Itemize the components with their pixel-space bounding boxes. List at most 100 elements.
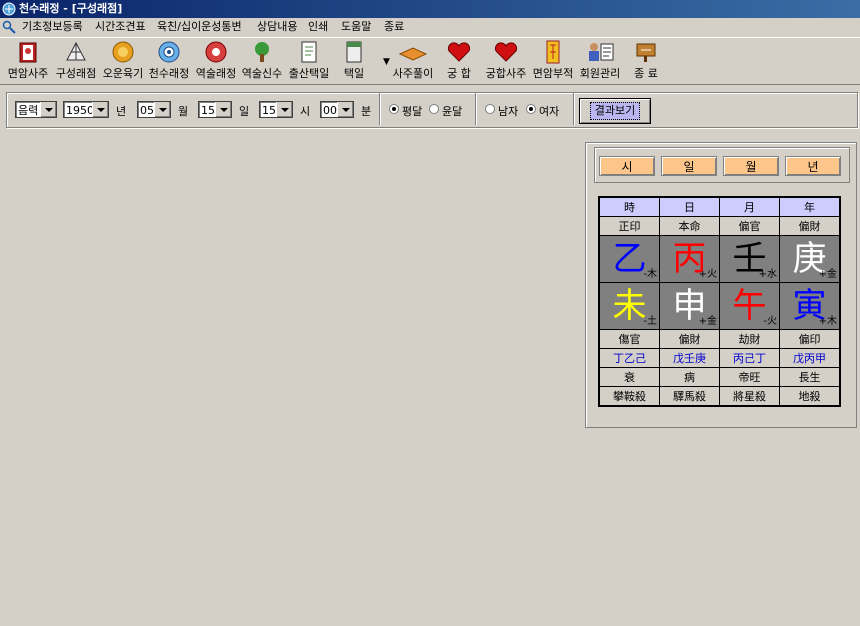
year-pillar-button[interactable]: 년 <box>785 156 841 176</box>
branches-row: 未 -土 申 +金 午 -火 寅 +木 <box>598 282 841 330</box>
radio-normal-month[interactable] <box>389 104 399 114</box>
chevron-down-icon[interactable]: ▼ <box>383 57 390 67</box>
menu-time-table[interactable]: 시간조견표 <box>95 18 146 36</box>
menu-basic-info[interactable]: 기초정보등록 <box>22 18 83 36</box>
menu-interpretation[interactable]: 육친/십이운성통변 <box>157 18 242 36</box>
header-day: 日 <box>659 196 720 217</box>
tool-gunghap[interactable]: 궁 합 <box>442 38 476 84</box>
hour-unit: 시 <box>300 105 311 118</box>
menu-print[interactable]: 인쇄 <box>308 18 328 36</box>
table-row: 丁乙己 戊壬庚 丙己丁 戊丙甲 <box>598 348 841 368</box>
window-title: 천수래정 - [구성래점] <box>19 2 123 15</box>
tree-icon <box>255 42 269 62</box>
tool-chulsan-taegil[interactable]: 출산택일 <box>287 38 331 84</box>
view-result-button[interactable]: 결과보기 <box>579 98 651 124</box>
sinsal-cell: 將星殺 <box>719 386 780 407</box>
leap-month-label[interactable]: 윤달 <box>442 103 462 119</box>
month-unit: 월 <box>178 105 189 118</box>
normal-month-label[interactable]: 평달 <box>402 103 422 119</box>
branch-god-cell: 偏財 <box>659 329 720 349</box>
female-label[interactable]: 여자 <box>539 103 559 119</box>
tool-yeoksul-raejeong[interactable]: 역술래정 <box>194 38 238 84</box>
month-select[interactable]: 05 <box>137 101 171 118</box>
tool-exit[interactable]: 종 료 <box>626 38 666 84</box>
tool-yeoksul-sinsu[interactable]: 역술신수 <box>240 38 284 84</box>
branch-god-cell: 劫財 <box>719 329 780 349</box>
hidden-stem-cell: 丙己丁 <box>719 348 780 368</box>
hidden-stem-cell: 戊壬庚 <box>659 348 720 368</box>
header-month: 月 <box>719 196 780 217</box>
twelve-stage-cell: 長生 <box>779 367 841 387</box>
hour-pillar-button[interactable]: 시 <box>599 156 655 176</box>
radio-leap-month[interactable] <box>429 104 439 114</box>
stem-cell: 丙 +火 <box>659 235 720 283</box>
toolbar: 면암사주 구성래점 오운육기 천수래정 역술래정 역술신수 출산택일 택일 ▼ … <box>0 37 860 85</box>
menu-consultation[interactable]: 상담내용 <box>257 18 297 36</box>
branch-element: +金 <box>698 316 717 327</box>
calendar-icon <box>346 41 362 63</box>
radio-female[interactable] <box>526 104 536 114</box>
options-bar: 음력 1950 년 05 월 15 일 15 시 00 분 평달 윤달 남자 여… <box>6 92 858 128</box>
compass-icon <box>158 41 180 63</box>
minute-unit: 분 <box>361 105 372 118</box>
stem-element: +水 <box>758 269 777 280</box>
month-pillar-button[interactable]: 월 <box>723 156 779 176</box>
year-select[interactable]: 1950 <box>63 101 109 118</box>
chevron-down-icon[interactable] <box>92 102 108 117</box>
chevron-down-icon[interactable] <box>154 102 170 117</box>
tool-myeonam-bujeok[interactable]: 면암부적 <box>531 38 575 84</box>
tool-gunghap-saju[interactable]: 궁합사주 <box>484 38 528 84</box>
chevron-down-icon[interactable] <box>337 102 353 117</box>
table-row: 時 日 月 年 <box>598 196 841 217</box>
twelve-stage-cell: 衰 <box>598 367 660 387</box>
year-unit: 년 <box>116 105 127 118</box>
hour-select[interactable]: 15 <box>259 101 293 118</box>
male-label[interactable]: 남자 <box>498 103 518 119</box>
branch-cell: 午 -火 <box>719 282 780 330</box>
tool-member-management[interactable]: 회원관리 <box>578 38 622 84</box>
stem-god-cell: 正印 <box>598 216 660 236</box>
branch-element: -火 <box>763 316 777 327</box>
tool-taegil[interactable]: 택일 <box>334 38 374 84</box>
sinsal-cell: 驛馬殺 <box>659 386 720 407</box>
chevron-down-icon[interactable] <box>215 102 231 117</box>
tool-guseong-raejeom[interactable]: 구성래점 <box>54 38 98 84</box>
radio-male[interactable] <box>485 104 495 114</box>
tool-saju-puri[interactable]: 사주풀이 <box>390 38 436 84</box>
menu-help[interactable]: 도움말 <box>341 18 371 36</box>
minute-select[interactable]: 00 <box>320 101 354 118</box>
flower-icon <box>205 41 227 63</box>
book-icon <box>19 42 37 63</box>
stem-element: -木 <box>643 269 657 280</box>
stem-cell: 庚 +金 <box>779 235 841 283</box>
search-icon[interactable] <box>2 20 16 34</box>
stem-element: +金 <box>818 269 837 280</box>
members-icon <box>589 43 614 61</box>
tool-myeonam-saju[interactable]: 면암사주 <box>6 38 50 84</box>
branch-cell: 寅 +木 <box>779 282 841 330</box>
pillar-buttons: 시 일 월 년 <box>594 147 850 183</box>
heart-icon <box>447 42 471 62</box>
chevron-down-icon[interactable] <box>40 102 56 117</box>
saju-table: 時 日 月 年 正印 本命 偏官 偏財 乙 -木 丙 +火 壬 +水 庚 +金 未 -土 … <box>598 196 841 407</box>
table-row: 衰 病 帝旺 長生 <box>598 367 841 387</box>
menu-exit[interactable]: 종료 <box>384 18 404 36</box>
table-row: 正印 本命 偏官 偏財 <box>598 216 841 236</box>
chevron-down-icon[interactable] <box>276 102 292 117</box>
branch-cell: 申 +金 <box>659 282 720 330</box>
gender-group: 남자 여자 <box>477 93 574 125</box>
stem-god-cell: 本命 <box>659 216 720 236</box>
calendar-type-select[interactable]: 음력 <box>15 101 57 118</box>
header-hour: 時 <box>598 196 660 217</box>
book-open-icon <box>398 47 428 61</box>
leap-month-group: 평달 윤달 <box>381 93 476 125</box>
branch-cell: 未 -土 <box>598 282 660 330</box>
document-icon <box>301 41 317 63</box>
tool-ounyukgi[interactable]: 오운육기 <box>101 38 145 84</box>
tool-cheonsu-raejeong[interactable]: 천수래정 <box>147 38 191 84</box>
day-select[interactable]: 15 <box>198 101 232 118</box>
stem-element: +火 <box>698 269 717 280</box>
exit-sign-icon <box>636 43 656 62</box>
day-pillar-button[interactable]: 일 <box>661 156 717 176</box>
table-row: 攀鞍殺 驛馬殺 將星殺 地殺 <box>598 386 841 407</box>
